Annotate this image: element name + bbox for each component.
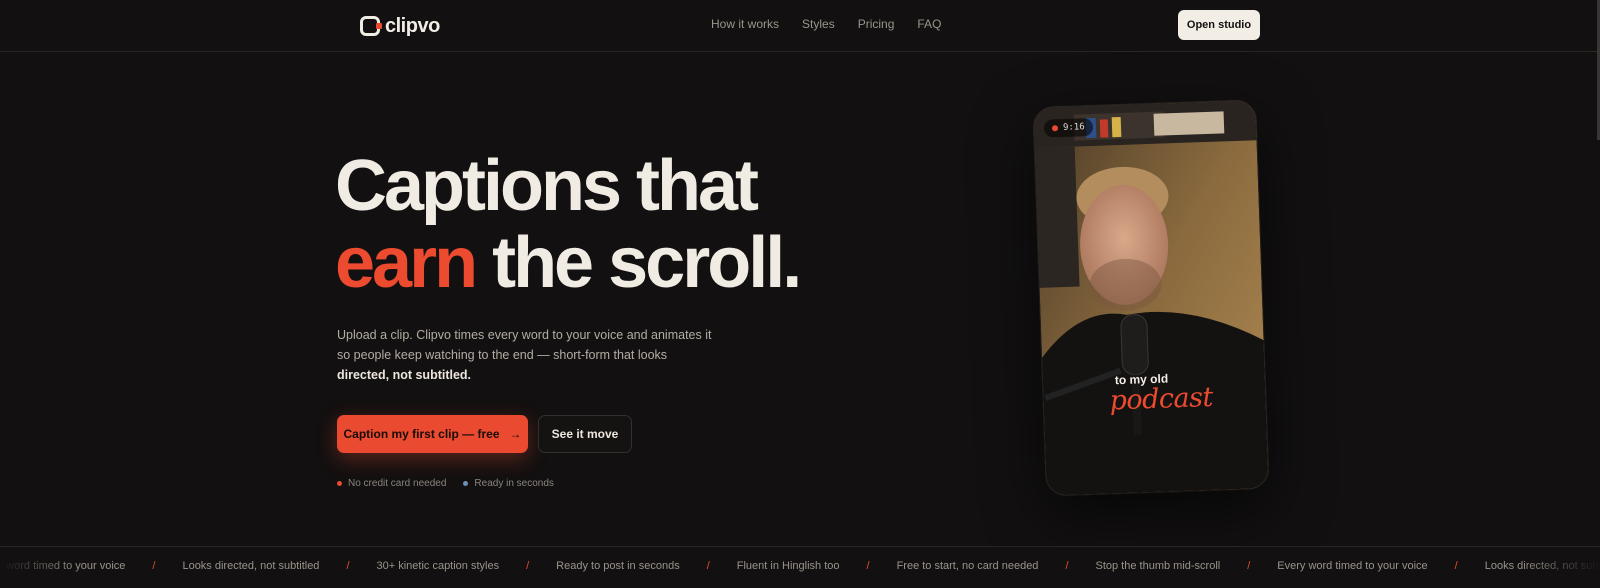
ticker-track: Every word timed to your voice / Looks d… — [0, 560, 1600, 572]
phone-preview[interactable]: 9:16 to my old podcast — [1033, 100, 1269, 496]
nav-link-pricing[interactable]: Pricing — [858, 17, 895, 31]
brand-logo[interactable]: clipvo — [360, 14, 440, 38]
see-it-move-button[interactable]: See it move — [538, 415, 632, 453]
brand-name: clipvo — [385, 14, 440, 37]
aspect-ratio-text: 9:16 — [1062, 122, 1085, 133]
ticker-item: Ready to post in seconds — [556, 560, 680, 572]
hero-headline: Captions that earn the scroll. — [335, 146, 802, 303]
nav-link-how-it-works[interactable]: How it works — [711, 17, 779, 31]
clipvo-logo-icon — [360, 16, 382, 36]
ticker-item: Fluent in Hinglish too — [736, 560, 840, 572]
arrow-right-icon: → — [509, 427, 522, 441]
ticker-fade-left — [0, 547, 80, 584]
hero-subtext: Upload a clip. Clipvo times every word t… — [337, 325, 717, 385]
nav-link-styles[interactable]: Styles — [802, 17, 835, 31]
dot-icon — [463, 481, 469, 486]
caption-first-clip-button[interactable]: Caption my first clip — free → — [337, 415, 528, 453]
caption-first-clip-label: Caption my first clip — free — [343, 427, 500, 441]
ticker-item: Every word timed to your voice — [1277, 560, 1428, 572]
dot-icon — [337, 481, 342, 486]
ticker-item: Stop the thumb mid-scroll — [1095, 560, 1221, 572]
video-frame-illustration — [1033, 100, 1269, 496]
ticker-item: Free to start, no card needed — [896, 560, 1039, 572]
ticker-item: 30+ kinetic caption styles — [376, 560, 500, 572]
note-text: Ready in seconds — [474, 478, 554, 489]
record-dot-icon — [1051, 125, 1059, 132]
note-no-credit-card: No credit card needed — [337, 478, 446, 489]
caption-highlight-word: podcast — [1109, 381, 1214, 417]
hero-notes: No credit card needed Ready in seconds — [337, 478, 554, 489]
nav-links: How it works Styles Pricing FAQ — [711, 17, 941, 31]
aspect-ratio-badge: 9:16 — [1043, 117, 1093, 138]
headline-accent-word: earn — [335, 223, 478, 303]
top-nav: clipvo How it works Styles Pricing FAQ O… — [0, 0, 1600, 52]
headline-line-2: the scroll. — [475, 223, 802, 303]
open-studio-button[interactable]: Open studio — [1178, 10, 1260, 40]
nav-link-faq[interactable]: FAQ — [917, 17, 941, 31]
hero-subtext-body: Upload a clip. Clipvo times every word t… — [337, 328, 712, 362]
note-text: No credit card needed — [348, 478, 447, 489]
note-ready-in-seconds: Ready in seconds — [463, 478, 554, 489]
ticker-fade-right — [1520, 547, 1600, 584]
feature-ticker: Every word timed to your voice / Looks d… — [0, 546, 1600, 584]
hero-subtext-bold: directed, not subtitled. — [337, 368, 472, 382]
ticker-item: Looks directed, not subtitled — [182, 560, 320, 572]
headline-line-1: Captions that — [335, 146, 759, 226]
